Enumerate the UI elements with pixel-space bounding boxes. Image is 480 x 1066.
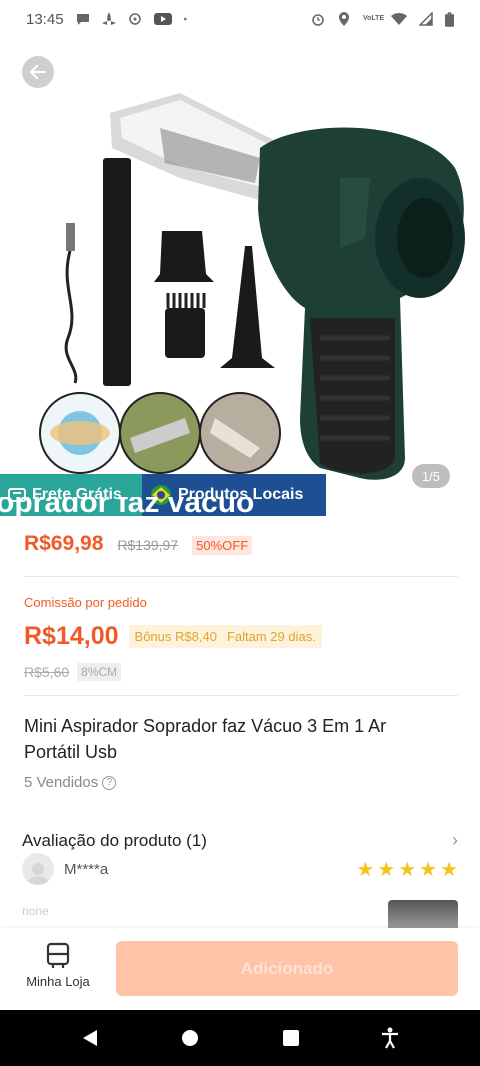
alarm-icon bbox=[312, 14, 324, 26]
star-icon: ★ bbox=[377, 858, 396, 881]
reviews-title: Avaliação do produto (1) bbox=[22, 830, 207, 850]
my-store-button[interactable]: Minha Loja bbox=[20, 942, 96, 989]
divider bbox=[24, 576, 458, 577]
discount-badge: 50%OFF bbox=[192, 536, 253, 555]
sold-count-row: 5 Vendidos ? bbox=[24, 774, 117, 791]
original-price: R$139,97 bbox=[117, 537, 179, 553]
price-row: R$69,98 R$139,97 50%OFF bbox=[24, 532, 253, 556]
commission-label: Comissão por pedido bbox=[24, 595, 147, 610]
location-icon bbox=[339, 12, 349, 26]
dot-icon bbox=[183, 17, 187, 21]
bottom-action-bar: Minha Loja Adicionado bbox=[0, 928, 480, 1010]
my-store-label: Minha Loja bbox=[26, 974, 90, 989]
commission-rate-badge: 8%CM bbox=[77, 663, 122, 681]
volte-badge: VoLTE bbox=[363, 15, 385, 22]
status-time: 13:45 bbox=[26, 10, 64, 28]
home-nav-icon[interactable] bbox=[180, 1028, 200, 1048]
chevron-right-icon: › bbox=[452, 830, 458, 850]
review-photo[interactable] bbox=[388, 900, 458, 928]
help-icon[interactable]: ? bbox=[102, 775, 117, 790]
user-icon bbox=[27, 863, 49, 885]
commission-old-row: R$5,60 8%CM bbox=[24, 663, 122, 681]
sold-count: 5 Vendidos bbox=[24, 774, 99, 791]
review-text: none bbox=[22, 904, 49, 918]
back-nav-icon[interactable] bbox=[81, 1028, 99, 1048]
star-icon: ★ bbox=[398, 858, 417, 881]
signal-icon bbox=[419, 12, 433, 26]
fan-icon bbox=[101, 12, 116, 25]
commission-row: R$14,00 Bônus R$8,40 Faltam 29 dias. bbox=[24, 622, 322, 651]
avatar bbox=[22, 853, 54, 885]
battery-icon bbox=[445, 11, 454, 27]
star-icon: ★ bbox=[356, 858, 375, 881]
bonus-amount: Bônus R$8,40 bbox=[134, 629, 217, 644]
image-page-indicator: 1/5 bbox=[412, 464, 450, 488]
reviewer-name: M****a bbox=[64, 860, 109, 878]
back-button[interactable] bbox=[22, 56, 54, 88]
star-icon: ★ bbox=[440, 858, 458, 881]
accessibility-icon[interactable] bbox=[381, 1027, 399, 1049]
product-image-carousel[interactable]: 1/5 bbox=[0, 38, 480, 500]
divider bbox=[24, 695, 458, 696]
bonus-badge: Bônus R$8,40 Faltam 29 dias. bbox=[128, 625, 322, 648]
notification-app-icon bbox=[128, 13, 141, 25]
product-image bbox=[39, 93, 465, 480]
store-icon bbox=[46, 942, 70, 968]
commission-value: R$14,00 bbox=[24, 622, 119, 650]
youtube-icon bbox=[153, 13, 172, 25]
status-bar: 13:45 VoLTE bbox=[0, 0, 480, 38]
reviews-header[interactable]: Avaliação do produto (1) › bbox=[22, 830, 458, 851]
add-button[interactable]: Adicionado bbox=[116, 941, 458, 996]
commission-old-value: R$5,60 bbox=[24, 664, 70, 680]
review-item: M****a ★ ★ ★ ★ ★ bbox=[22, 853, 458, 885]
rating-stars: ★ ★ ★ ★ ★ bbox=[356, 857, 458, 882]
recents-nav-icon[interactable] bbox=[282, 1029, 300, 1047]
overlay-title-fragment: oprador faz vácuo bbox=[0, 497, 255, 517]
current-price: R$69,98 bbox=[24, 532, 104, 555]
star-icon: ★ bbox=[419, 858, 438, 881]
chat-icon bbox=[76, 14, 89, 25]
product-title: Mini Aspirador Soprador faz Vácuo 3 Em 1… bbox=[24, 716, 387, 762]
arrow-left-icon bbox=[30, 65, 46, 79]
wifi-icon bbox=[391, 12, 407, 25]
bonus-remaining: Faltam 29 dias. bbox=[226, 629, 316, 644]
system-navigation-bar bbox=[0, 1010, 480, 1066]
